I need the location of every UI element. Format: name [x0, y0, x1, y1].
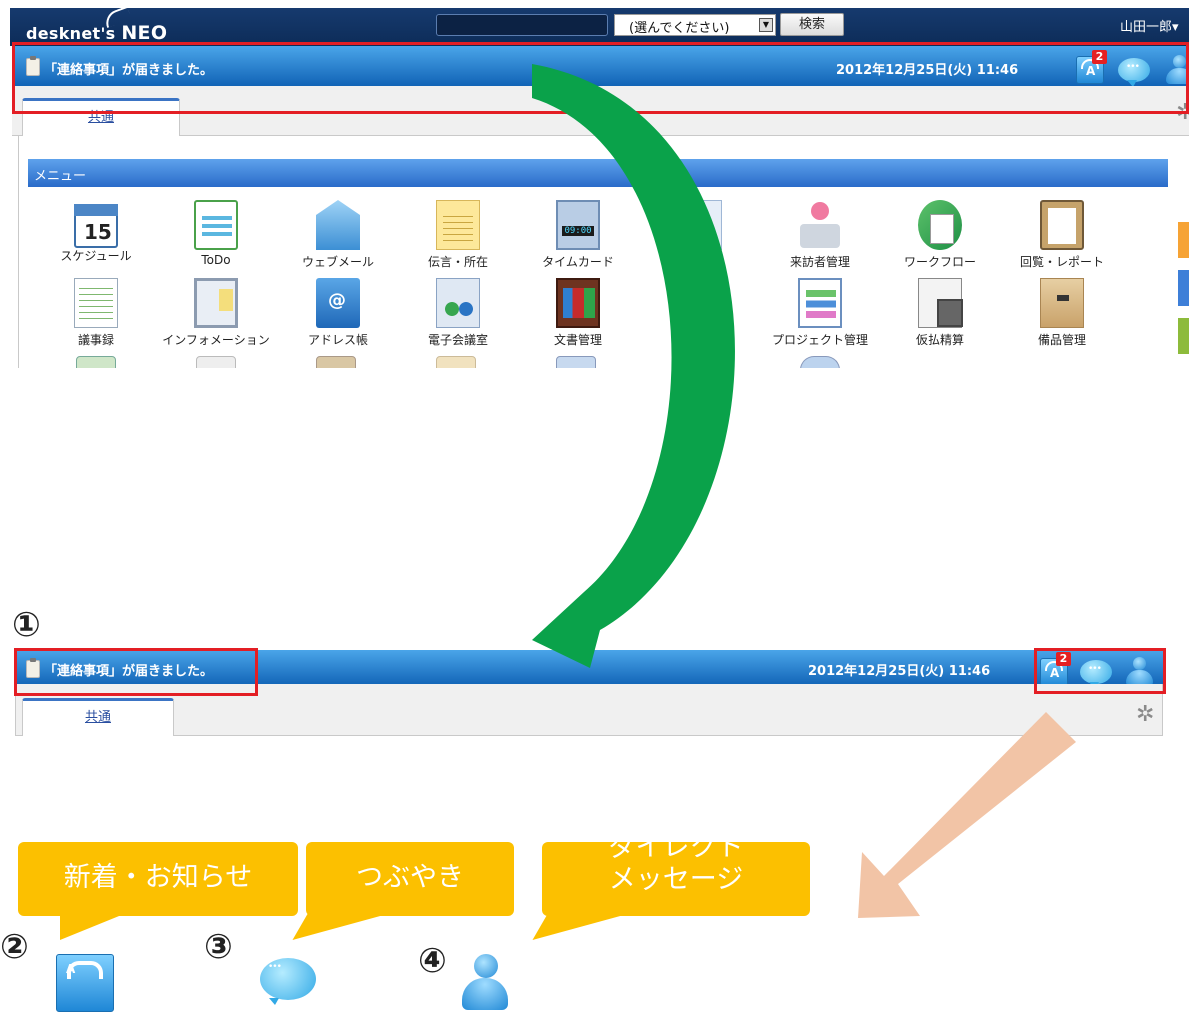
callout-news-text: 新着・お知らせ: [63, 862, 253, 893]
peach-arrow: [858, 712, 1076, 918]
callout-dm: ダイレクト メッセージ: [542, 832, 810, 916]
callout-dm-line2: メッセージ: [608, 864, 744, 895]
person-icon: [460, 954, 510, 1012]
callout-tail: [60, 914, 124, 940]
green-curved-arrow: [532, 64, 735, 668]
step-number-4: ④: [418, 941, 447, 981]
chat-bubble-icon: [260, 958, 316, 1005]
step-number-3: ③: [204, 927, 233, 967]
callout-tweet-text: つぶやき: [356, 862, 464, 893]
step-number-2: ②: [0, 927, 29, 967]
callout-tail: [292, 914, 388, 940]
callout-news: 新着・お知らせ: [18, 842, 298, 916]
callout-tweet: つぶやき: [306, 842, 514, 916]
broadcast-icon: [56, 954, 114, 1012]
callout-dm-line1: ダイレクト: [608, 832, 744, 863]
callout-tail: [532, 914, 628, 940]
